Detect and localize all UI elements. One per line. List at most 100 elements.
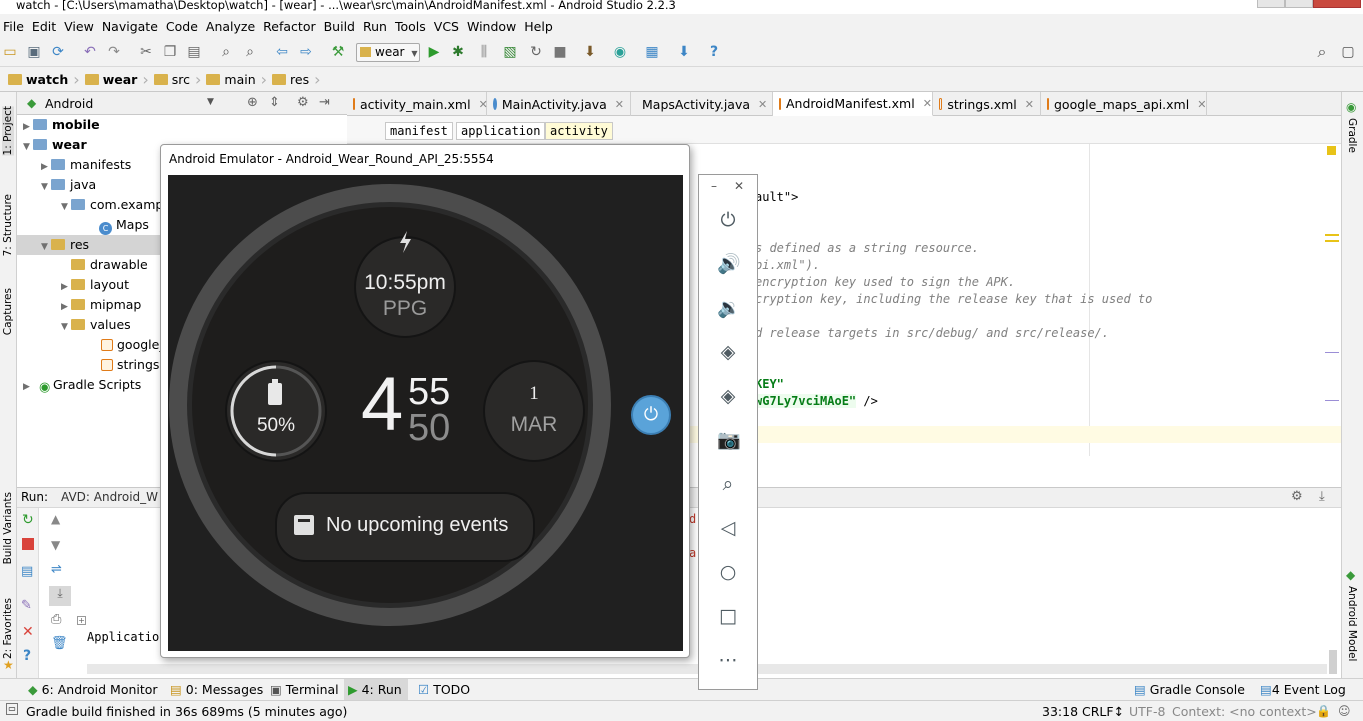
back-icon[interactable]: ⇦	[274, 44, 290, 60]
tree-item-wear[interactable]: ▼ wear	[23, 135, 87, 155]
menu-vcs[interactable]: VCS	[433, 19, 466, 34]
tab-android-manifest[interactable]: AndroidManifest.xml ✕	[773, 92, 933, 116]
breadcrumb-res[interactable]: res	[268, 72, 313, 87]
line-separator[interactable]: CRLF↕	[1082, 704, 1124, 719]
tab-gradle-console[interactable]: ▤ Gradle Console	[1134, 682, 1245, 697]
paste-icon[interactable]: ▤	[186, 44, 202, 60]
camera-icon[interactable]: 📷	[717, 429, 741, 451]
undo-icon[interactable]: ↶	[82, 44, 98, 60]
tab-messages[interactable]: ▤ 0: Messages	[170, 682, 263, 697]
search-everywhere-icon[interactable]: ⌕	[1314, 44, 1330, 60]
tab-google-maps-api[interactable]: google_maps_api.xml ✕	[1041, 92, 1207, 116]
open-icon[interactable]: ▭	[2, 44, 18, 60]
tab-run[interactable]: ▶ 4: Run	[344, 679, 408, 701]
gear-icon[interactable]: ⚙	[1291, 489, 1303, 504]
forward-icon[interactable]: ⇨	[298, 44, 314, 60]
vertical-scrollbar[interactable]	[1329, 650, 1337, 674]
project-tool-tab[interactable]: 1: Project	[2, 106, 14, 156]
project-structure-icon[interactable]: ▦	[644, 44, 660, 60]
help-icon[interactable]: ?	[23, 648, 31, 664]
close-icon[interactable]: ✕	[22, 624, 34, 640]
menu-file[interactable]: File	[2, 19, 31, 34]
make-icon[interactable]: ⚒	[330, 44, 346, 60]
project-view-mode[interactable]: Android	[45, 96, 93, 111]
collapse-all-icon[interactable]: ⇕	[269, 95, 280, 110]
volume-down-icon[interactable]: 🔉	[717, 297, 741, 319]
tab-maps-activity[interactable]: MapsActivity.java ✕	[631, 92, 773, 116]
menu-tools[interactable]: Tools	[394, 19, 433, 34]
save-icon[interactable]: ▣	[26, 44, 42, 60]
tab-event-log[interactable]: ▤4 Event Log	[1260, 682, 1346, 697]
window-controls[interactable]	[1245, 0, 1363, 8]
tree-item-gradle-scripts[interactable]: ▶ ◉ Gradle Scripts	[23, 375, 141, 395]
tree-item-manifests[interactable]: ▶ manifests	[41, 155, 131, 175]
home-icon[interactable]: ○	[717, 561, 739, 583]
xml-crumb-activity[interactable]: activity	[545, 122, 613, 140]
more-icon[interactable]: ⋯	[717, 649, 739, 671]
rotate-right-icon[interactable]: ◈	[717, 385, 739, 407]
pin-icon[interactable]: ✎	[21, 598, 32, 613]
xml-crumb-manifest[interactable]: manifest	[385, 122, 453, 140]
structure-tool-tab[interactable]: 7: Structure	[2, 194, 14, 256]
find-icon[interactable]: ⌕	[218, 44, 234, 60]
tree-item-mobile[interactable]: ▶ mobile	[23, 115, 100, 135]
tree-item-layout[interactable]: ▶ layout	[61, 275, 129, 295]
up-icon[interactable]: ▲	[51, 512, 60, 526]
tree-item-values[interactable]: ▼ values	[61, 315, 131, 335]
sdk-manager-icon[interactable]: ⬇	[582, 44, 598, 60]
menu-run[interactable]: Run	[362, 19, 394, 34]
tab-strings[interactable]: strings.xml ✕	[933, 92, 1041, 116]
coverage-icon[interactable]: ▧	[502, 44, 518, 60]
soft-wrap-icon[interactable]: ⇌	[51, 562, 62, 577]
android-device-icon[interactable]: ⬇	[676, 44, 692, 60]
menu-help[interactable]: Help	[523, 19, 560, 34]
file-encoding[interactable]: UTF-8	[1129, 704, 1165, 719]
chevron-down-icon[interactable]: ▼	[207, 97, 214, 107]
stop-icon[interactable]: ■	[552, 44, 568, 60]
zoom-icon[interactable]: ⌕	[717, 473, 739, 495]
favorites-tool-tab[interactable]: 2: Favorites	[2, 598, 14, 659]
menu-refactor[interactable]: Refactor	[262, 19, 322, 34]
captures-tool-tab[interactable]: Captures	[2, 288, 14, 335]
copy-icon[interactable]: ❐	[162, 44, 178, 60]
clear-icon[interactable]: 🗑	[51, 636, 68, 651]
scroll-to-end-icon[interactable]: ⤓	[49, 586, 71, 606]
minimize-icon[interactable]: –	[711, 179, 717, 193]
back-icon[interactable]: ◁	[717, 517, 739, 539]
stop-icon[interactable]	[22, 538, 34, 550]
menu-build[interactable]: Build	[323, 19, 362, 34]
run-config-tab[interactable]: AVD: Android_W	[61, 490, 158, 504]
help-icon[interactable]: ?	[706, 44, 722, 60]
tree-item-java[interactable]: ▼ java	[41, 175, 96, 195]
tree-item-drawable[interactable]: drawable	[61, 255, 148, 275]
run-config-select[interactable]: wear ▼	[356, 43, 420, 62]
tab-activity-main[interactable]: activity_main.xml ✕	[347, 92, 488, 116]
maximize-button[interactable]	[1285, 0, 1313, 8]
replace-icon[interactable]: ⌕	[242, 44, 258, 60]
restore-layout-icon[interactable]: ▤	[21, 564, 33, 579]
volume-up-icon[interactable]: 🔊	[717, 253, 741, 275]
gradle-tool-tab[interactable]: Gradle	[1346, 118, 1358, 153]
overview-icon[interactable]: □	[717, 605, 739, 627]
gear-icon[interactable]: ⚙	[297, 95, 309, 110]
tab-main-activity[interactable]: MainActivity.java ✕	[487, 92, 631, 116]
breadcrumb-wear[interactable]: wear	[81, 72, 142, 87]
menu-view[interactable]: View	[63, 19, 101, 34]
breadcrumb-src[interactable]: src	[150, 72, 194, 87]
menu-analyze[interactable]: Analyze	[205, 19, 262, 34]
cut-icon[interactable]: ✂	[138, 44, 154, 60]
tree-item-mipmap[interactable]: ▶ mipmap	[61, 295, 141, 315]
rerun-icon[interactable]: ↻	[22, 512, 34, 528]
tree-item-google-maps-api[interactable]: google_	[101, 335, 166, 355]
sync-icon[interactable]: ⟳	[50, 44, 66, 60]
down-icon[interactable]: ▼	[51, 538, 60, 552]
close-icon[interactable]: ✕	[734, 179, 744, 193]
attach-icon[interactable]: ⫼	[476, 44, 492, 60]
menu-edit[interactable]: Edit	[31, 19, 63, 34]
rotate-left-icon[interactable]: ◈	[717, 341, 739, 363]
breadcrumb-main[interactable]: main	[202, 72, 259, 87]
tab-terminal[interactable]: ▣ Terminal	[270, 682, 339, 697]
context-indicator[interactable]: Context: <no context>	[1172, 704, 1317, 719]
close-icon[interactable]: ✕	[758, 98, 767, 111]
tool-windows-icon[interactable]: ▭	[6, 703, 18, 715]
